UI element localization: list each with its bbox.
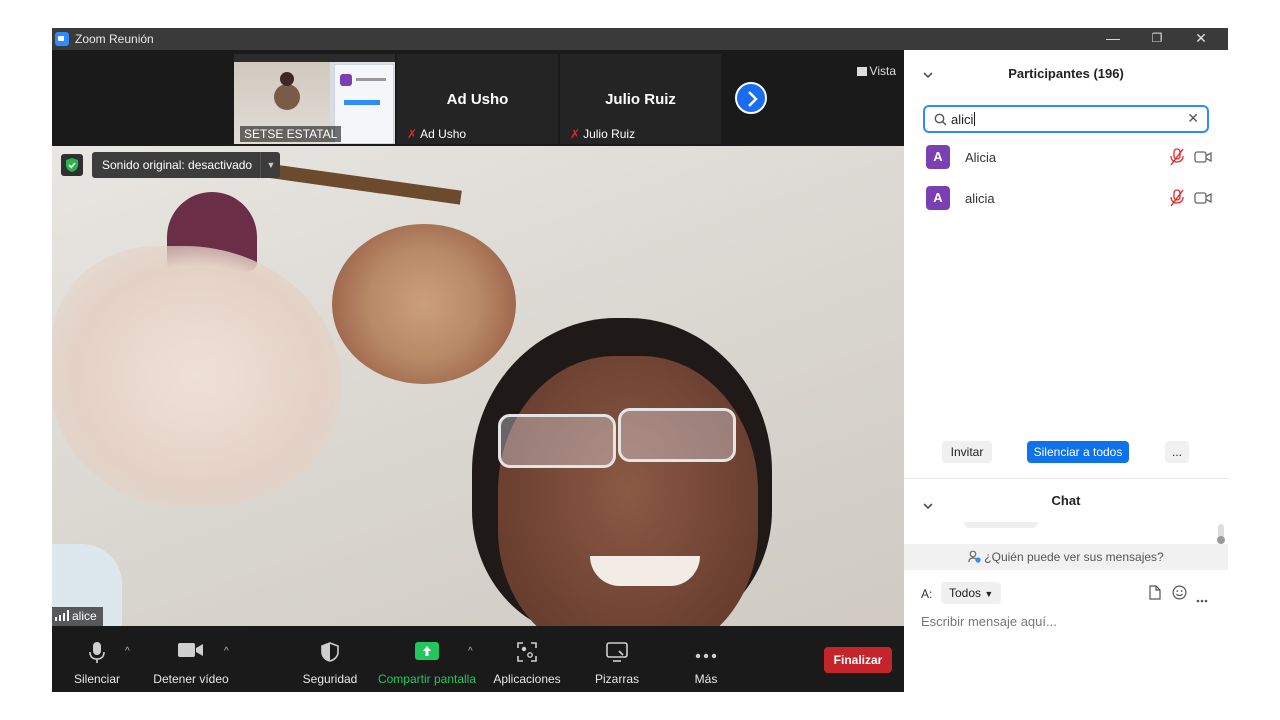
apps-button[interactable]: Aplicaciones	[490, 626, 564, 692]
security-label: Seguridad	[302, 672, 358, 686]
video-camera-icon[interactable]	[1194, 191, 1212, 209]
to-label: A:	[921, 587, 933, 601]
more-button[interactable]: Más	[676, 626, 736, 692]
participant-row[interactable]: A alicia	[904, 180, 1228, 216]
meeting-toolbar: Silenciar ^ Detener vídeo ^ Seguridad Co…	[52, 626, 904, 692]
encryption-shield-icon[interactable]	[61, 154, 83, 176]
share-screen-icon	[415, 642, 439, 663]
mute-button[interactable]: Silenciar	[67, 626, 127, 692]
side-panel: Participantes (196) alici ✕ A Alicia A a…	[904, 50, 1228, 692]
more-dots-icon	[695, 648, 717, 662]
person-icon	[968, 546, 981, 572]
avatar: A	[926, 186, 950, 210]
divider	[904, 478, 1228, 479]
original-sound-toggle[interactable]: Sonido original: desactivado	[92, 152, 281, 178]
thumbnail-strip: SETSE ESTATAL Ad Usho ✗ Ad Usho Julio Rui…	[52, 50, 904, 146]
more-options-button[interactable]: ...	[1165, 441, 1189, 463]
chevron-up-icon[interactable]: ^	[125, 646, 130, 657]
apps-icon	[517, 642, 537, 665]
smile	[590, 556, 700, 586]
participant-row[interactable]: A Alicia	[904, 139, 1228, 175]
clear-search-icon[interactable]: ✕	[1187, 110, 1199, 127]
chat-message-input[interactable]: Escribir mensaje aquí...	[921, 614, 1211, 629]
participants-title: Participantes (196)	[1008, 66, 1124, 81]
search-value: alici	[951, 112, 976, 127]
restore-button[interactable]: ❐	[1134, 28, 1180, 50]
close-button[interactable]: ✕	[1178, 28, 1224, 50]
speaker-name-tag: alice	[52, 607, 103, 626]
avatar	[274, 84, 300, 110]
title-bar: Zoom Reunión — ❐ ✕	[52, 28, 1228, 50]
more-options-icon[interactable]	[1196, 590, 1208, 608]
search-icon	[934, 113, 947, 131]
zoom-window: Zoom Reunión — ❐ ✕ SETSE ESTATAL Ad Usho…	[52, 28, 1228, 692]
minimize-button[interactable]: —	[1090, 28, 1136, 50]
thumb-label: SETSE ESTATAL	[240, 126, 342, 142]
participant-name: Alicia	[965, 150, 997, 165]
mic-muted-icon[interactable]	[1170, 189, 1184, 212]
thumb-label: ✗ Ad Usho	[407, 127, 467, 141]
thumb-label: ✗ Julio Ruiz	[570, 127, 636, 141]
whiteboards-button[interactable]: Pizarras	[586, 626, 648, 692]
mic-muted-icon: ✗	[570, 127, 581, 141]
participant-name: Ad Usho	[446, 91, 509, 108]
participant-name: Julio Ruiz	[605, 91, 676, 108]
security-button[interactable]: Seguridad	[300, 626, 360, 692]
shield-icon	[321, 642, 339, 665]
who-can-see-messages[interactable]: ¿Quién puede ver sus mensajes?	[904, 544, 1228, 570]
share-screen-button[interactable]: Compartir pantalla	[377, 626, 477, 692]
video-label: Detener vídeo	[153, 672, 229, 686]
mic-muted-icon: ✗	[407, 127, 418, 141]
participant-search-input[interactable]: alici ✕	[923, 105, 1209, 133]
invite-button[interactable]: Invitar	[942, 441, 992, 463]
glasses-right	[618, 408, 736, 462]
chevron-up-icon[interactable]: ^	[224, 646, 229, 657]
chevron-down-icon[interactable]: ▼	[260, 152, 281, 178]
end-meeting-button[interactable]: Finalizar	[824, 647, 892, 673]
more-label: Más	[694, 672, 718, 686]
scroll-thumb[interactable]	[1217, 536, 1225, 544]
apps-label: Aplicaciones	[493, 672, 561, 686]
chevron-right-icon	[748, 91, 758, 107]
stop-video-button[interactable]: Detener vídeo	[150, 626, 232, 692]
raised-hand	[52, 246, 342, 506]
view-button[interactable]: Vista	[856, 64, 896, 78]
recipient-select[interactable]: Todos ▼	[941, 582, 1002, 604]
hat	[332, 224, 516, 384]
chat-title: Chat	[1051, 493, 1081, 508]
participants-header: Participantes (196)	[904, 50, 1228, 96]
share-label: Compartir pantalla	[377, 672, 477, 686]
mic-muted-icon[interactable]	[1170, 148, 1184, 171]
zoom-logo-icon	[55, 32, 69, 46]
glasses-left	[498, 414, 616, 468]
video-camera-icon	[178, 642, 204, 661]
microphone-icon	[89, 642, 105, 667]
chat-message-bubble	[964, 522, 1038, 528]
participant-name: alicia	[965, 191, 995, 206]
whiteboard-icon	[606, 642, 628, 665]
file-icon[interactable]	[1149, 585, 1161, 605]
signal-bars-icon	[55, 610, 69, 624]
video-camera-icon[interactable]	[1194, 150, 1212, 168]
thumb-setse-estatal[interactable]: SETSE ESTATAL	[234, 54, 395, 144]
next-page-button[interactable]	[735, 82, 767, 114]
thumb-julio-ruiz[interactable]: Julio Ruiz ✗ Julio Ruiz	[560, 54, 721, 144]
mute-label: Silenciar	[73, 672, 121, 686]
mute-all-button[interactable]: Silenciar a todos	[1027, 441, 1129, 463]
whiteboards-label: Pizarras	[594, 672, 639, 686]
window-title: Zoom Reunión	[75, 32, 154, 46]
emoji-icon[interactable]	[1172, 585, 1187, 605]
chevron-down-icon: ▼	[984, 589, 994, 599]
chevron-up-icon[interactable]: ^	[468, 646, 473, 657]
active-speaker-video: Sonido original: desactivado ▼ alice	[52, 146, 904, 626]
thumb-ad-usho[interactable]: Ad Usho ✗ Ad Usho	[397, 54, 558, 144]
avatar: A	[926, 145, 950, 169]
meeting-area: SETSE ESTATAL Ad Usho ✗ Ad Usho Julio Rui…	[52, 50, 904, 692]
grid-icon	[856, 67, 867, 76]
